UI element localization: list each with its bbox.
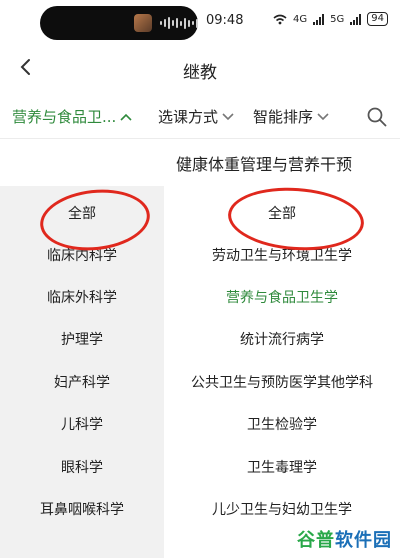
watermark-part-1: 谷普 xyxy=(297,530,335,551)
filter-course-method[interactable]: 选课方式 xyxy=(158,106,234,127)
page-title: 继教 xyxy=(183,63,217,83)
status-icons: 4G 5G 94 xyxy=(273,12,388,26)
audio-wave-icon xyxy=(160,16,198,30)
signal-label-2: 5G xyxy=(330,13,345,25)
chevron-down-icon xyxy=(317,112,329,120)
left-item-all[interactable]: 全部 xyxy=(0,198,164,230)
chevron-down-icon xyxy=(222,112,234,120)
right-item[interactable]: 劳动卫生与环境卫生学 xyxy=(164,240,400,272)
left-item[interactable]: 临床内科学 xyxy=(0,240,164,272)
signal-bars-icon xyxy=(313,13,325,25)
left-item[interactable]: 妇产科学 xyxy=(0,367,164,399)
chevron-up-icon xyxy=(120,113,132,121)
filter-course-method-label: 选课方式 xyxy=(158,108,219,126)
wifi-icon xyxy=(273,14,287,24)
nav-bar: 继教 xyxy=(0,46,400,92)
watermark-logo: 谷普软件园 xyxy=(297,526,392,552)
filter-smart-sort[interactable]: 智能排序 xyxy=(253,106,329,127)
right-item[interactable]: 卫生毒理学 xyxy=(164,452,400,484)
status-time: 09:48 xyxy=(206,13,244,28)
watermark-part-2: 软件园 xyxy=(335,530,392,551)
right-subcategory-list: 全部 劳动卫生与环境卫生学 营养与食品卫生学 统计流行病学 公共卫生与预防医学其… xyxy=(164,186,400,558)
left-category-list: 全部 临床内科学 临床外科学 护理学 妇产科学 儿科学 眼科学 耳鼻咽喉科学 xyxy=(0,186,164,558)
left-item[interactable]: 眼科学 xyxy=(0,452,164,484)
right-item-selected[interactable]: 营养与食品卫生学 xyxy=(164,282,400,314)
media-thumbnail xyxy=(134,14,152,32)
status-bar: 09:48 4G 5G 94 xyxy=(0,0,400,46)
filter-bar: 营养与食品卫... 选课方式 智能排序 xyxy=(0,96,400,139)
search-icon[interactable] xyxy=(366,106,388,128)
panel-title: 健康体重管理与营养干预 xyxy=(176,155,353,174)
left-item[interactable]: 耳鼻咽喉科学 xyxy=(0,494,164,526)
left-item[interactable]: 儿科学 xyxy=(0,409,164,441)
dynamic-island xyxy=(40,6,198,40)
filter-category-label: 营养与食品卫... xyxy=(12,108,117,126)
right-item-all[interactable]: 全部 xyxy=(164,198,400,230)
signal-bars-icon-2 xyxy=(350,13,362,25)
filter-smart-sort-label: 智能排序 xyxy=(253,108,314,126)
signal-label-1: 4G xyxy=(293,13,308,25)
panel-header: 健康体重管理与营养干预 xyxy=(0,140,400,184)
left-item[interactable]: 护理学 xyxy=(0,324,164,356)
right-item[interactable]: 卫生检验学 xyxy=(164,409,400,441)
left-item[interactable]: 临床外科学 xyxy=(0,282,164,314)
right-item[interactable]: 统计流行病学 xyxy=(164,324,400,356)
right-item[interactable]: 儿少卫生与妇幼卫生学 xyxy=(164,494,400,526)
right-item[interactable]: 公共卫生与预防医学其他学科 xyxy=(164,367,400,399)
filter-category[interactable]: 营养与食品卫... xyxy=(12,106,132,127)
battery-indicator: 94 xyxy=(367,12,388,26)
